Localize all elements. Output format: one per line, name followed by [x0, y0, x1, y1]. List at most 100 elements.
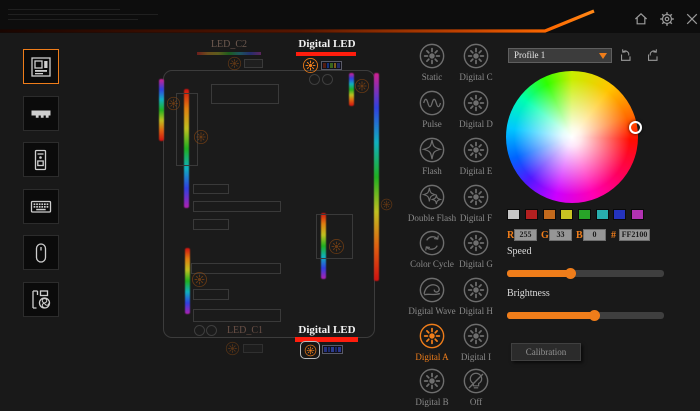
swatch-white[interactable]: [507, 209, 520, 220]
gear-icon: [659, 11, 675, 27]
motherboard-icon: [29, 55, 53, 79]
zone-label-digital-led-top: Digital LED: [294, 38, 360, 50]
brightness-slider-fill: [507, 312, 595, 319]
sidebar-item-keyboard[interactable]: [23, 189, 59, 224]
zone-label-led-c2: LED_C2: [197, 39, 261, 50]
sidebar-item-memory[interactable]: [23, 96, 59, 131]
digital-wave-icon: [418, 276, 446, 304]
mode-off[interactable]: Off: [453, 367, 499, 411]
brightness-slider[interactable]: [507, 312, 664, 319]
zone-label-led-c1: LED_C1: [220, 325, 270, 336]
speed-slider[interactable]: [507, 270, 664, 277]
close-button[interactable]: [684, 11, 700, 27]
export-icon: [645, 47, 661, 63]
digital-e-icon: [462, 136, 490, 164]
swatch-magenta[interactable]: [631, 209, 644, 220]
board-slot: [211, 84, 279, 104]
color-wheel-selector[interactable]: [629, 121, 642, 134]
memory-icon: [29, 102, 53, 126]
board-connector: [322, 74, 333, 85]
led-c2-zone-icon[interactable]: [227, 56, 242, 71]
profile-dropdown[interactable]: Profile 1: [508, 48, 612, 63]
led-zone-icon[interactable]: [166, 96, 181, 111]
swatch-orange[interactable]: [543, 209, 556, 220]
board-connector: [206, 325, 217, 336]
swatch-cyan[interactable]: [596, 209, 609, 220]
speed-slider-fill: [507, 270, 571, 277]
digital-led-bottom-mini-strip[interactable]: [322, 345, 343, 354]
mode-label: Digital H: [446, 306, 506, 316]
digital-a-icon: [418, 322, 446, 350]
mode-label: Digital E: [446, 166, 506, 176]
mode-digital-e[interactable]: Digital E: [453, 136, 499, 180]
mode-label: Digital G: [446, 259, 506, 269]
brightness-slider-knob[interactable]: [589, 310, 600, 321]
b-label: B: [576, 230, 583, 241]
digital-b-icon: [418, 367, 446, 395]
led-zone-icon[interactable]: [354, 78, 370, 94]
led-zone-icon[interactable]: [328, 238, 345, 255]
led-c1-mini-strip[interactable]: [243, 344, 263, 353]
orange-swoosh: [0, 0, 700, 33]
mode-digital-f[interactable]: Digital F: [453, 183, 499, 227]
home-icon: [633, 11, 649, 27]
led-c1-zone-icon[interactable]: [225, 341, 240, 356]
sidebar-item-mouse[interactable]: [23, 235, 59, 270]
mode-digital-d[interactable]: Digital D: [453, 89, 499, 133]
hex-value-field[interactable]: FF2100: [619, 229, 650, 241]
r-value-field[interactable]: 255: [514, 229, 537, 241]
swatch-blue[interactable]: [613, 209, 626, 220]
color-wheel[interactable]: [506, 71, 638, 203]
mode-digital-h[interactable]: Digital H: [453, 276, 499, 320]
led-zone-icon[interactable]: [191, 271, 208, 288]
speed-slider-knob[interactable]: [565, 268, 576, 279]
mode-digital-c[interactable]: Digital C: [453, 42, 499, 86]
swatch-red[interactable]: [525, 209, 538, 220]
g-value-field[interactable]: 33: [549, 229, 572, 241]
brightness-label: Brightness: [507, 288, 550, 299]
board-slot: [193, 309, 281, 322]
graphics-card-fan-icon: [29, 288, 53, 312]
led-zone-icon[interactable]: [380, 198, 393, 211]
pc-case-icon: [29, 148, 53, 172]
keyboard-icon: [29, 195, 53, 219]
digital-led-top-zone-icon[interactable]: [302, 57, 319, 74]
sidebar-item-motherboard[interactable]: [23, 49, 59, 84]
mode-digital-i[interactable]: Digital I: [453, 322, 499, 366]
calibration-button[interactable]: Calibration: [511, 343, 581, 361]
digital-d-icon: [462, 89, 490, 117]
hex-label: #: [611, 230, 616, 241]
mode-digital-g[interactable]: Digital G: [453, 229, 499, 273]
led-zone-icon[interactable]: [193, 129, 209, 145]
swatch-green[interactable]: [578, 209, 591, 220]
board-connector: [194, 325, 205, 336]
rgb-fusion-window: LED_C2 Digital LED LED_C1 Digital LED St…: [0, 0, 700, 411]
digital-led-bottom-zone-selected[interactable]: [300, 341, 320, 359]
sidebar-item-pc-case[interactable]: [23, 142, 59, 177]
mode-label: Digital C: [446, 72, 506, 82]
color-cycle-icon: [418, 229, 446, 257]
led-c2-mini-strip[interactable]: [244, 59, 263, 68]
off-icon: [462, 367, 490, 395]
digital-h-icon: [462, 276, 490, 304]
close-icon: [684, 11, 700, 27]
digital-led-top-mini-strip[interactable]: [321, 61, 342, 70]
swatch-yellow[interactable]: [560, 209, 573, 220]
settings-button[interactable]: [659, 11, 675, 27]
mode-label: Digital D: [446, 119, 506, 129]
export-profile-button[interactable]: [645, 47, 661, 63]
digital-i-icon: [462, 322, 490, 350]
home-button[interactable]: [633, 11, 649, 27]
digital-f-icon: [462, 183, 490, 211]
digital-led-top-underline: [296, 52, 356, 56]
board-slot: [193, 289, 229, 300]
b-value-field[interactable]: 0: [583, 229, 606, 241]
led-c2-underline: [197, 52, 261, 55]
mouse-icon: [29, 241, 53, 265]
sidebar-item-graphics-card-fan[interactable]: [23, 282, 59, 317]
rgb-strip: [185, 248, 190, 314]
board-connector: [309, 74, 320, 85]
profile-value: Profile 1: [509, 49, 611, 62]
double-flash-icon: [418, 183, 446, 211]
import-profile-button[interactable]: [618, 47, 634, 63]
